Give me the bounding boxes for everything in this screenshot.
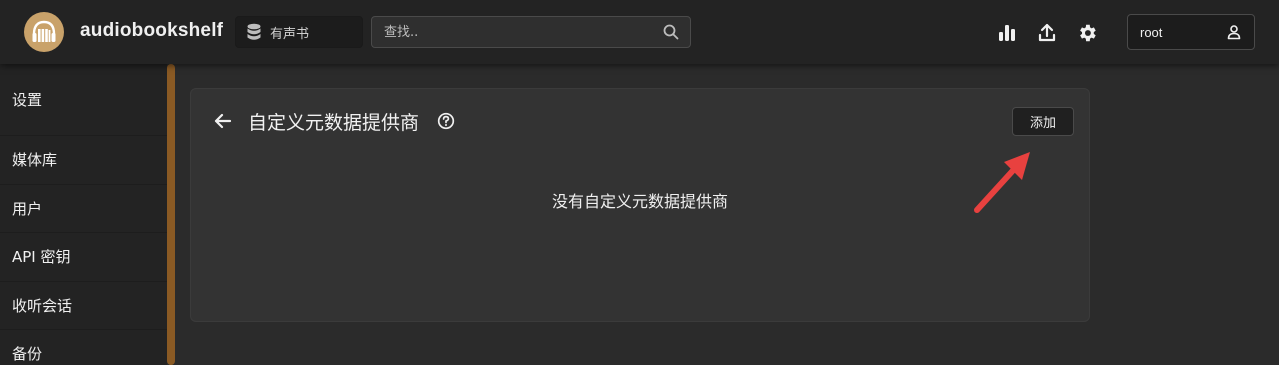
metadata-providers-card: 自定义元数据提供商 添加 没有自定义元数据提供商 (190, 88, 1090, 322)
page-title: 自定义元数据提供商 (248, 112, 420, 134)
brand-name[interactable]: audiobookshelf (80, 20, 223, 42)
sidebar-item-users[interactable]: 用户 (0, 185, 167, 233)
user-menu-button[interactable]: root (1127, 14, 1255, 50)
gear-icon[interactable] (1076, 22, 1098, 44)
top-bar: audiobookshelf 有声书 查找.. root (0, 0, 1279, 64)
sidebar-item-label: 用户 (12, 199, 43, 218)
sidebar-item-label: 收听会话 (12, 296, 73, 315)
library-name: 有声书 (270, 26, 310, 42)
sidebar-scrollbar[interactable] (167, 64, 175, 365)
back-arrow-icon[interactable] (213, 111, 233, 131)
sidebar-item-label: 备份 (12, 345, 43, 364)
empty-state-message: 没有自定义元数据提供商 (551, 192, 728, 211)
annotation-arrow-icon (974, 152, 1030, 213)
sidebar-item-label: 设置 (12, 91, 43, 109)
upload-icon[interactable] (1036, 22, 1058, 44)
database-icon (247, 23, 261, 40)
settings-sidebar: 设置 媒体库 用户 API 密钥 收听会话 备份 (0, 64, 167, 365)
sidebar-item-backups[interactable]: 备份 (0, 330, 167, 365)
sidebar-item-libraries[interactable]: 媒体库 (0, 136, 167, 185)
add-button[interactable]: 添加 (1012, 107, 1074, 136)
search-input[interactable] (372, 17, 690, 47)
search-box[interactable] (371, 16, 691, 48)
sidebar-item-listening-sessions[interactable]: 收听会话 (0, 282, 167, 330)
search-icon[interactable] (663, 24, 679, 40)
user-icon (1227, 25, 1241, 40)
sidebar-item-settings[interactable]: 设置 (0, 64, 167, 136)
headphones-books-icon (32, 20, 56, 42)
sidebar-item-api-keys[interactable]: API 密钥 (0, 233, 167, 282)
sidebar-item-label: 媒体库 (12, 151, 58, 170)
username: root (1140, 24, 1163, 40)
help-icon[interactable] (437, 112, 455, 130)
library-select[interactable]: 有声书 (235, 16, 363, 48)
stats-icon[interactable] (996, 22, 1018, 44)
sidebar-item-label: API 密钥 (12, 248, 71, 267)
app-logo[interactable] (24, 12, 64, 52)
